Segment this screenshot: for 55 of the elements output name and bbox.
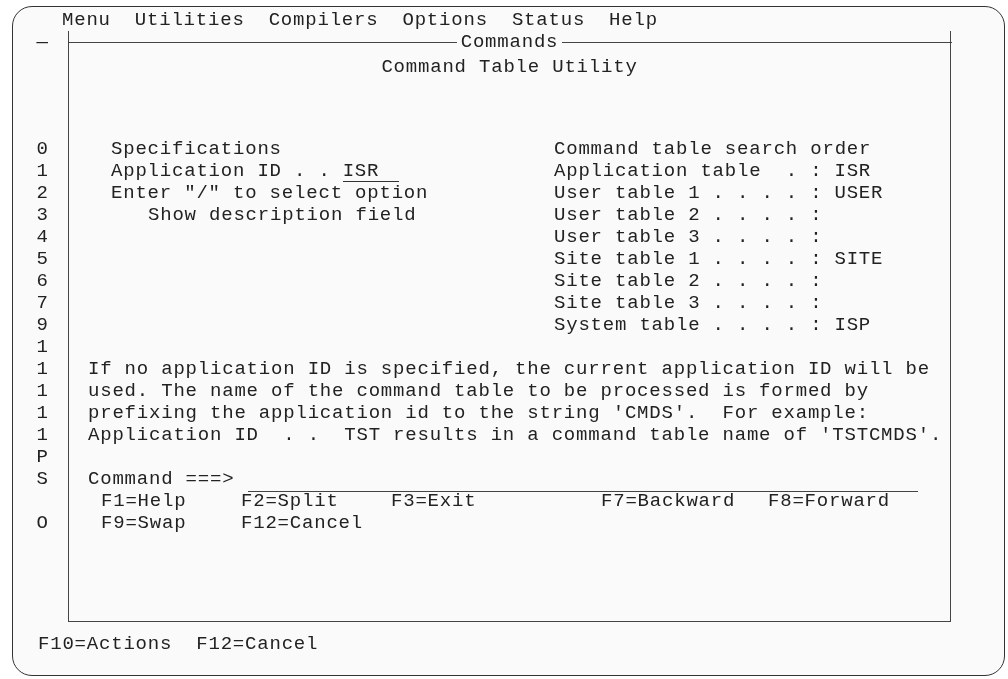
section-title: Command table search order [554, 138, 872, 160]
screen-edge-char: 3 [35, 204, 50, 226]
function-key[interactable]: F12=Cancel [241, 512, 364, 534]
field-value: ISP [834, 314, 872, 336]
field-label: User table 2 . . . . : [554, 204, 823, 226]
menu-item[interactable]: Help [609, 9, 658, 31]
field-label: Site table 1 . . . . : [554, 248, 823, 270]
function-key[interactable]: F7=Backward [601, 490, 736, 512]
field-label: Application table . : [554, 160, 823, 182]
function-key[interactable]: F8=Forward [768, 490, 891, 512]
screen-edge-char: 2 [35, 182, 50, 204]
menu-item[interactable]: Compilers [268, 9, 379, 31]
screen-edge-char: 1 [35, 424, 50, 446]
command-label: Command ===> [88, 468, 236, 490]
function-key[interactable]: F1=Help [101, 490, 187, 512]
function-key[interactable]: F9=Swap [101, 512, 187, 534]
option-label: Show description field [148, 204, 417, 226]
option-prompt: Enter "/" to select option [111, 182, 429, 204]
field-label: System table . . . . : [554, 314, 823, 336]
screen-edge-char: 1 [35, 358, 50, 380]
screen-edge-char: — [35, 31, 50, 53]
screen-edge-char: S [35, 468, 50, 490]
menu-item[interactable]: Menu [62, 9, 111, 31]
screen-edge-char: 1 [35, 380, 50, 402]
popup-title: Commands [459, 31, 560, 53]
application-id-field[interactable]: ISR [342, 160, 399, 182]
screen-edge-char: O [35, 512, 50, 534]
screen-edge-char: 5 [35, 248, 50, 270]
field-label: Application ID . . [111, 160, 331, 182]
screen-edge-char: 1 [35, 402, 50, 424]
function-key[interactable]: F10=Actions [38, 633, 173, 655]
section-title: Specifications [111, 138, 282, 160]
field-value: USER [834, 182, 884, 204]
screen-edge-char: P [35, 446, 50, 468]
panel-heading: Command Table Utility [380, 56, 639, 78]
screen-edge-char: 0 [35, 138, 50, 160]
screen-edge-char: 1 [35, 160, 50, 182]
menu-item[interactable]: Options [402, 9, 488, 31]
screen-edge-char: 4 [35, 226, 50, 248]
field-label: Site table 3 . . . . : [554, 292, 823, 314]
menu-item[interactable]: Utilities [134, 9, 245, 31]
function-key[interactable]: F3=Exit [391, 490, 477, 512]
screen-edge-char: 9 [35, 314, 50, 336]
screen-edge-char: 7 [35, 292, 50, 314]
function-key[interactable]: F2=Split [241, 490, 339, 512]
field-value: ISR [834, 160, 872, 182]
field-label: User table 1 . . . . : [554, 182, 823, 204]
screen-edge-char: 6 [35, 270, 50, 292]
field-label: Site table 2 . . . . : [554, 270, 823, 292]
screen-edge-char: 1 [35, 336, 50, 358]
function-key[interactable]: F12=Cancel [196, 633, 319, 655]
help-text: If no application ID is specified, the current application ID will be used. The name of the command table to be processed is formed by prefixing the application id to the string 'CMDS'. For example: Application ID . . TST results in a command table name of 'TSTCMDS'. [88, 358, 944, 446]
menu-item[interactable]: Status [511, 9, 586, 31]
field-value: SITE [834, 248, 884, 270]
field-label: User table 3 . . . . : [554, 226, 823, 248]
